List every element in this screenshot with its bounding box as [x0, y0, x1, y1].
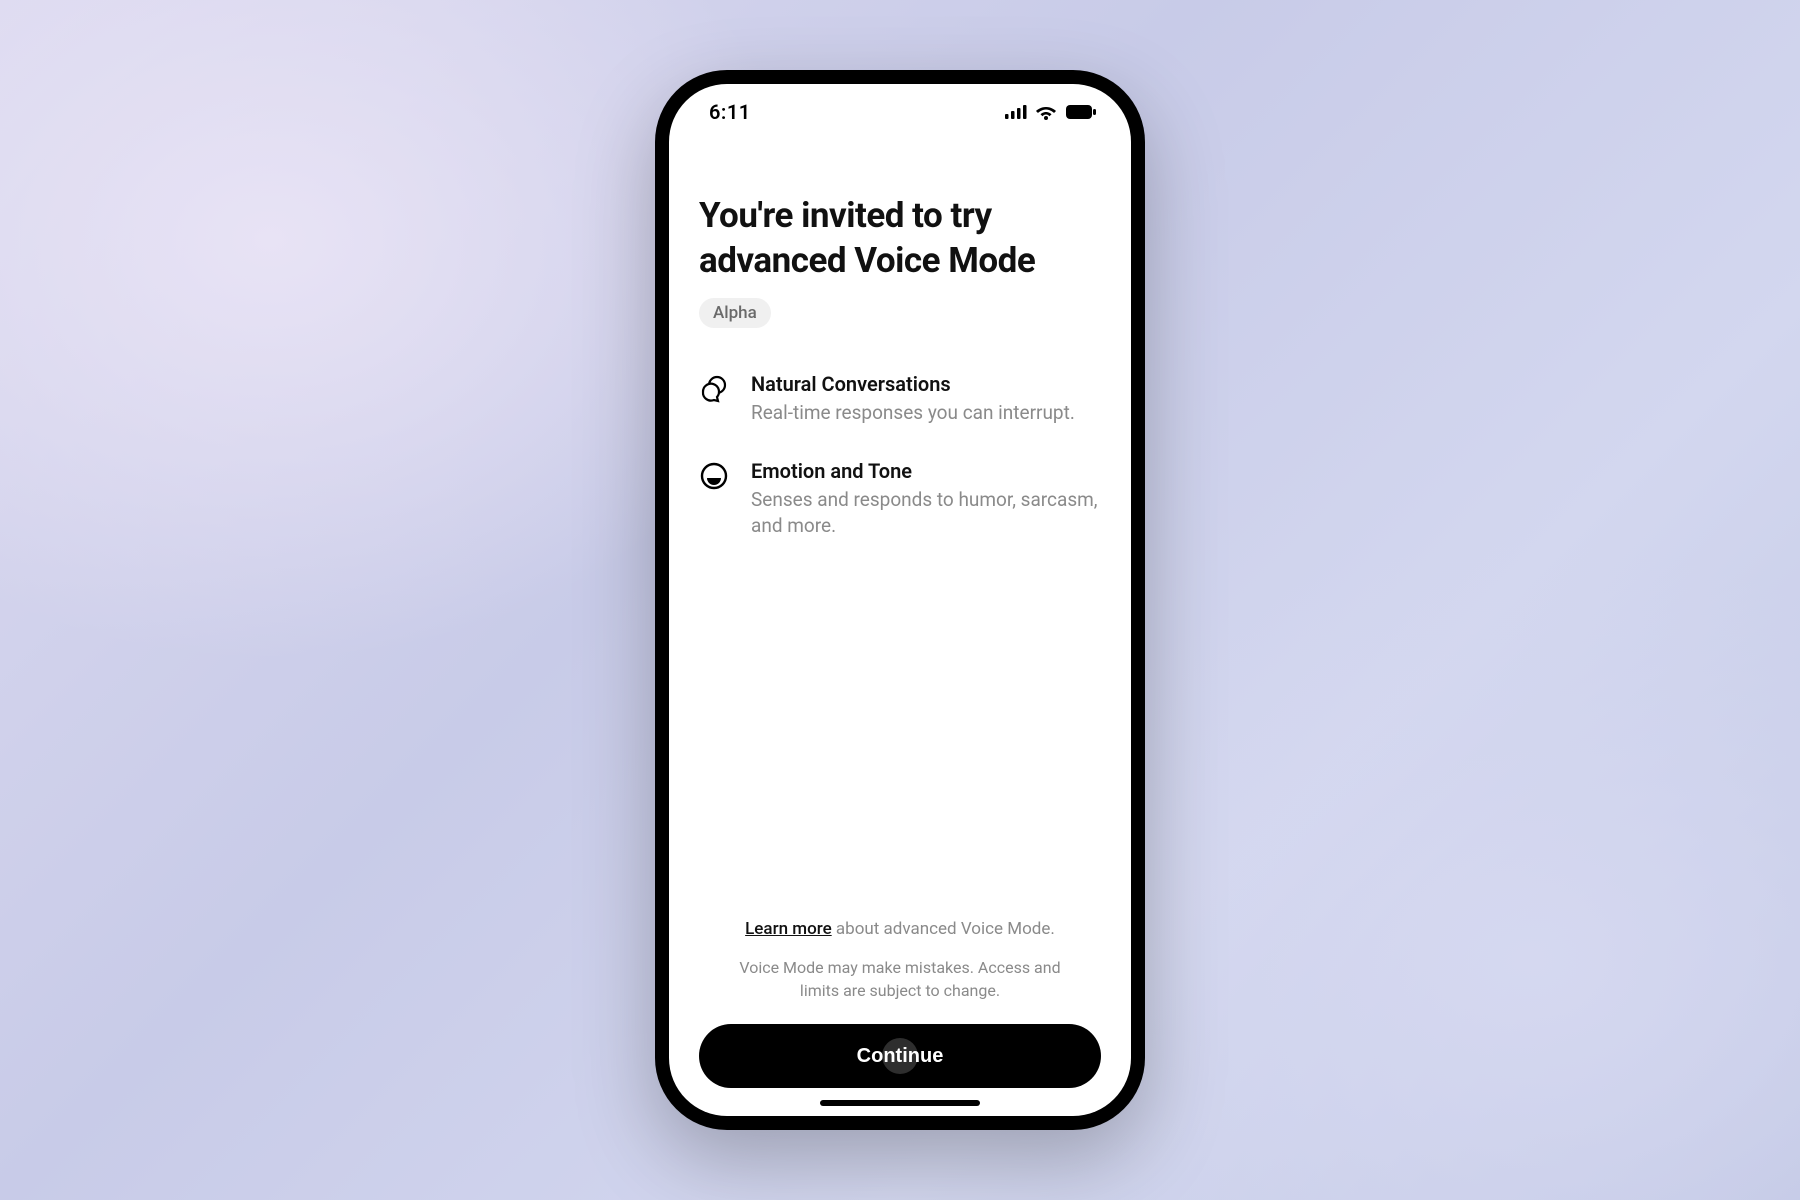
page-title: You're invited to try advanced Voice Mod…	[699, 194, 1101, 284]
phone-screen: 6:11	[669, 84, 1131, 1116]
phone-frame: 6:11	[655, 70, 1145, 1130]
feature-natural-conversations: Natural Conversations Real-time response…	[699, 372, 1101, 426]
battery-icon	[1065, 104, 1097, 120]
wifi-icon	[1035, 104, 1057, 120]
status-time: 6:11	[709, 100, 751, 124]
disclaimer-text: Voice Mode may make mistakes. Access and…	[699, 957, 1101, 1002]
feature-emotion-tone: Emotion and Tone Senses and responds to …	[699, 459, 1101, 538]
learn-more-suffix: about advanced Voice Mode.	[832, 919, 1055, 939]
alpha-badge: Alpha	[699, 298, 771, 328]
status-right-cluster	[1005, 104, 1097, 120]
learn-more-link[interactable]: Learn more	[745, 919, 832, 939]
feature-description: Real-time responses you can interrupt.	[751, 400, 1075, 426]
content-area: You're invited to try advanced Voice Mod…	[669, 140, 1131, 1116]
home-indicator[interactable]	[820, 1100, 980, 1106]
status-bar: 6:11	[669, 84, 1131, 140]
feature-title: Natural Conversations	[751, 372, 1075, 396]
cellular-icon	[1005, 105, 1027, 119]
continue-button-label: Continue	[857, 1045, 944, 1067]
continue-button[interactable]: Continue	[699, 1024, 1101, 1088]
learn-more-line: Learn more about advanced Voice Mode.	[699, 919, 1101, 939]
footer: Learn more about advanced Voice Mode. Vo…	[699, 919, 1101, 1116]
feature-title: Emotion and Tone	[751, 459, 1101, 483]
feature-description: Senses and responds to humor, sarcasm, a…	[751, 487, 1101, 538]
feature-list: Natural Conversations Real-time response…	[699, 372, 1101, 573]
smile-icon	[699, 461, 729, 491]
chat-bubbles-icon	[699, 374, 729, 404]
